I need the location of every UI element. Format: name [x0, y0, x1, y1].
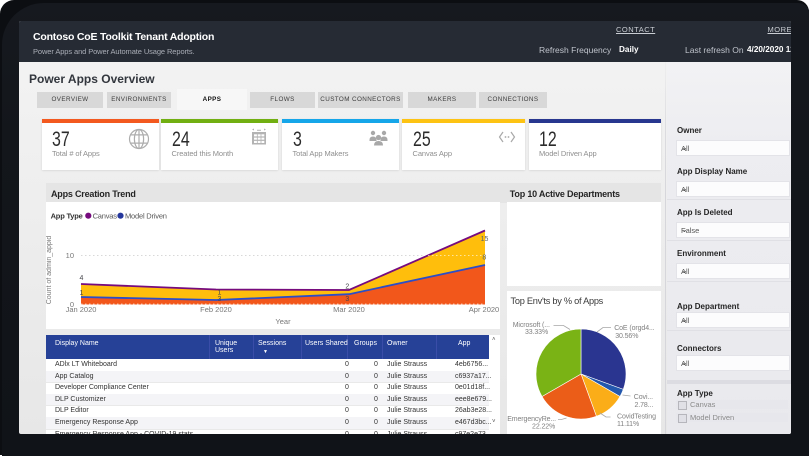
svg-text:Count of admin_appid: Count of admin_appid	[46, 236, 53, 305]
svg-text:CovidTesting: CovidTesting	[617, 414, 656, 421]
svg-text:Model Driven: Model Driven	[125, 212, 167, 221]
svg-text:Canvas: Canvas	[93, 212, 118, 221]
svg-text:Microsoft (...: Microsoft (...	[512, 322, 549, 329]
svg-text:3: 3	[218, 296, 222, 303]
svg-text:2.78...: 2.78...	[634, 402, 653, 409]
svg-text:3: 3	[345, 296, 349, 303]
svg-text:30.56%: 30.56%	[615, 333, 638, 340]
svg-text:15: 15	[481, 236, 489, 243]
svg-text:33.33%: 33.33%	[524, 329, 547, 336]
svg-text:Year: Year	[275, 317, 291, 326]
svg-text:Jan 2020: Jan 2020	[66, 305, 97, 314]
svg-text:22.22%: 22.22%	[532, 424, 555, 431]
svg-text:EmergencyRe...: EmergencyRe...	[507, 416, 556, 423]
svg-text:CoE (orgd4...: CoE (orgd4...	[614, 325, 654, 332]
svg-text:4: 4	[80, 275, 84, 282]
svg-text:10: 10	[66, 251, 74, 260]
svg-text:Mar 2020: Mar 2020	[333, 305, 365, 314]
svg-text:2: 2	[345, 283, 349, 290]
svg-text:Apr 2020: Apr 2020	[469, 305, 499, 314]
svg-text:Top Env'ts by % of Apps: Top Env'ts by % of Apps	[510, 296, 603, 306]
svg-text:11.11%: 11.11%	[617, 421, 639, 428]
svg-text:Feb 2020: Feb 2020	[200, 305, 232, 314]
svg-text:1: 1	[80, 290, 84, 297]
svg-text:8: 8	[482, 254, 486, 261]
svg-text:App Type: App Type	[51, 212, 83, 221]
svg-text:Covi...: Covi...	[633, 394, 652, 401]
